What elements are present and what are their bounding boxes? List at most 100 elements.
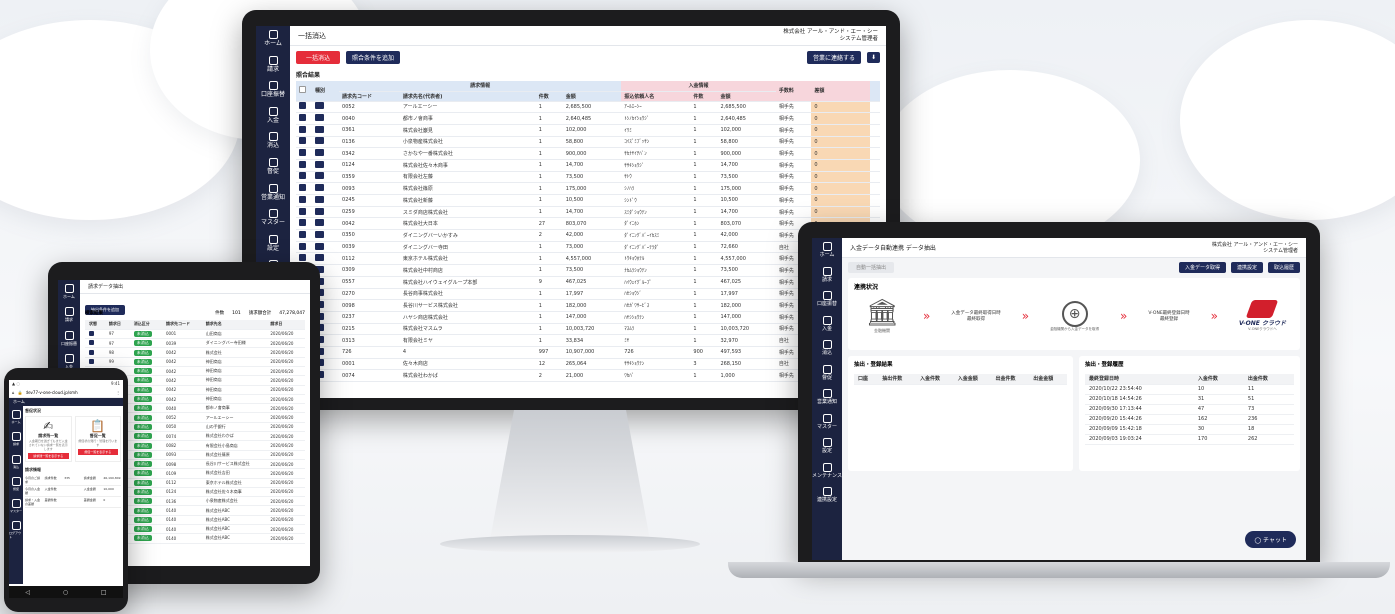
- nav-home[interactable]: ホーム: [13, 399, 25, 404]
- type-toggle[interactable]: [315, 114, 324, 122]
- table-row[interactable]: 99 未消込 0042 神田商店 2020/06/20: [85, 357, 305, 368]
- row-checkbox[interactable]: [299, 195, 306, 203]
- type-toggle[interactable]: [315, 254, 324, 262]
- row-checkbox[interactable]: [299, 230, 306, 238]
- bulk-button[interactable]: 一括消込: [296, 51, 341, 64]
- sidebar-item-9[interactable]: メンテナンス: [812, 459, 842, 484]
- row-checkbox[interactable]: [89, 330, 94, 336]
- sidebar-item-1[interactable]: 請求: [58, 303, 80, 326]
- sidebar-item-0[interactable]: ホーム: [812, 238, 842, 263]
- table-row[interactable]: 0039 ダイニングバー寺田 1 73,000 ﾀﾞｲﾆﾝｸﾞﾊﾞｰﾃﾗﾀﾞ 1 72,66…: [296, 241, 880, 254]
- notify-sales-button[interactable]: 営業に連絡する: [806, 51, 861, 64]
- row-checkbox[interactable]: [299, 137, 306, 145]
- type-toggle[interactable]: [315, 195, 324, 203]
- sidebar-item-3[interactable]: 督促: [9, 473, 23, 495]
- sidebar-item-1[interactable]: 請求: [812, 263, 842, 288]
- row-checkbox[interactable]: [89, 358, 94, 364]
- recent-icon[interactable]: □: [101, 589, 107, 596]
- table-row[interactable]: 0259 スミダ商店株式会社 1 14,700 ｽﾐﾀﾞｼｮｳﾃﾝ 1 14,700 相手先 0: [296, 206, 880, 219]
- row-checkbox[interactable]: [299, 102, 306, 110]
- table-row[interactable]: 0001佐々木商店12265,064ｻｻｷｼｮｳﾃﾝ3268,150自社-301…: [296, 358, 880, 371]
- row-checkbox[interactable]: [89, 349, 94, 355]
- home-icon[interactable]: ⌂: [12, 390, 15, 395]
- table-row[interactable]: 726499710,907,000726900497,593相手先10,409,…: [296, 346, 880, 359]
- row-checkbox[interactable]: [299, 254, 306, 262]
- row-checkbox[interactable]: [299, 114, 306, 122]
- table-row[interactable]: 0074株式会社わかば221,000ﾜｶﾊﾞ11,000相手先20,000: [296, 369, 880, 382]
- import-history-button[interactable]: 取込履歴: [1267, 262, 1300, 273]
- home-icon[interactable]: ○: [63, 589, 68, 596]
- sidebar-item-0[interactable]: ホーム: [256, 26, 290, 52]
- sidebar-item-8[interactable]: 設定: [812, 434, 842, 459]
- type-toggle[interactable]: [315, 230, 324, 238]
- table-row[interactable]: 0361 株式会社巖見 1 102,000 ｲﾜﾐ 1 102,000 相手先 0: [296, 124, 880, 137]
- type-toggle[interactable]: [315, 102, 324, 110]
- sidebar-item-2[interactable]: 口座振替: [256, 77, 290, 103]
- table-row[interactable]: 0124 株式会社佐々木商事 1 14,700 ｻｻｷｼｮｳｼﾞ 1 14,700 相手先 0: [296, 159, 880, 172]
- row-checkbox[interactable]: [299, 207, 306, 215]
- row-checkbox[interactable]: [89, 340, 94, 346]
- type-toggle[interactable]: [315, 172, 324, 180]
- table-row[interactable]: 0052 アールエーシー 1 2,685,500 ｱｰﾙｴｰｼｰ 1 2,685,500 相手…: [296, 101, 880, 114]
- sidebar-item-10[interactable]: 連携設定: [812, 483, 842, 508]
- table-row[interactable]: 97 未消込 0001 山田商店 2020/06/20: [85, 329, 305, 340]
- show-dunning-button[interactable]: 督促一覧を表示する: [77, 449, 118, 455]
- download-button[interactable]: ⬇: [866, 52, 880, 63]
- fetch-deposit-button[interactable]: 入金データ取得: [1178, 262, 1226, 273]
- type-toggle[interactable]: [315, 207, 324, 215]
- sidebar-item-6[interactable]: 営業通知: [256, 180, 290, 206]
- sidebar-item-4[interactable]: 消込: [256, 128, 290, 154]
- type-toggle[interactable]: [315, 160, 324, 168]
- table-row[interactable]: 0112 東京ホテル株式会社 1 4,557,000 ﾄｳｷｮｳﾎﾃﾙ 1 4,557,00…: [296, 252, 880, 266]
- type-toggle[interactable]: [315, 149, 324, 157]
- link-settings-button[interactable]: 連携設定: [1230, 262, 1263, 273]
- row-checkbox[interactable]: [299, 172, 306, 180]
- chat-button[interactable]: ◯ チャット: [1245, 531, 1296, 548]
- menu-icon[interactable]: ⋮: [116, 390, 120, 395]
- sidebar-item-7[interactable]: マスター: [812, 410, 842, 435]
- sidebar-item-2[interactable]: 口座振替: [58, 327, 80, 350]
- row-checkbox[interactable]: [299, 219, 306, 227]
- sidebar-item-0[interactable]: ホーム: [58, 280, 80, 303]
- add-condition-button[interactable]: 照合条件を追加: [346, 51, 401, 64]
- table-row[interactable]: 0245 株式会社新藤 1 10,500 ｼﾝﾄﾞｳ 1 10,500 相手先 0: [296, 194, 880, 207]
- type-toggle[interactable]: [315, 242, 324, 250]
- sidebar-item-1[interactable]: 請求: [9, 428, 23, 450]
- table-row[interactable]: 0237 ハヤシ商店株式会社 1 147,000 ﾊﾔｼｼｮｳﾃﾝ 1 147,000 相手先…: [296, 311, 880, 324]
- table-row[interactable]: 0136 小泉物産株式会社 1 58,800 ｺｲｽﾞﾐﾌﾞｯｻﾝ 1 58,800 相手先 0: [296, 136, 880, 149]
- table-row[interactable]: 2020/09/09 15:42:18 30 18: [1085, 424, 1294, 435]
- table-row[interactable]: 0350 ダイニングバーいかすみ 2 42,000 ﾀﾞｲﾆﾝｸﾞﾊﾞｰｲｶｽﾐ 1 42,…: [296, 229, 880, 242]
- back-icon[interactable]: ◁: [25, 589, 30, 596]
- table-row[interactable]: 0098 長谷川サービス株式会社 1 182,000 ﾊｾｶﾞﾜｻｰﾋﾞｽ 1 182,00…: [296, 299, 880, 312]
- table-row[interactable]: 2020/10/22 23:54:40 10 11: [1085, 384, 1294, 395]
- row-checkbox[interactable]: [299, 184, 306, 192]
- table-row[interactable]: 2020/09/03 19:03:24 170 262: [1085, 434, 1294, 445]
- sidebar-item-8[interactable]: 設定: [256, 231, 290, 257]
- row-checkbox[interactable]: [299, 160, 306, 168]
- sidebar-item-3[interactable]: 入金: [256, 103, 290, 129]
- table-row[interactable]: 2020/09/20 15:44:26 162 236: [1085, 414, 1294, 425]
- row-checkbox[interactable]: [299, 125, 306, 133]
- sidebar-item-5[interactable]: 督促: [256, 154, 290, 180]
- row-checkbox[interactable]: [299, 149, 306, 157]
- table-row[interactable]: 98 未消込 0042 株式会社 2020/06/20: [85, 347, 305, 358]
- table-row[interactable]: 0359 有限会社左藤 1 73,500 ｻﾄｳ 1 73,500 相手先 0: [296, 171, 880, 184]
- sidebar-item-4[interactable]: 消込: [812, 336, 842, 361]
- sidebar-item-7[interactable]: マスター: [256, 205, 290, 231]
- sidebar-item-2[interactable]: 口座振替: [812, 287, 842, 312]
- row-checkbox[interactable]: [299, 242, 306, 250]
- show-unpaid-button[interactable]: 請求残一覧を表示する: [28, 453, 69, 459]
- sidebar-item-0[interactable]: ホーム: [9, 406, 23, 428]
- select-all-checkbox[interactable]: [299, 86, 306, 94]
- sidebar-item-1[interactable]: 請求: [256, 52, 290, 78]
- sidebar-item-6[interactable]: 営業通知: [812, 385, 842, 410]
- sidebar-item-5[interactable]: ログアウト: [9, 517, 23, 543]
- auto-extract-chip[interactable]: 自動一括抽出: [848, 262, 895, 273]
- type-toggle[interactable]: [315, 125, 324, 133]
- type-toggle[interactable]: [315, 219, 324, 227]
- table-row[interactable]: 0309株式会社中村商店173,500ﾅｶﾑﾗｼｮｳﾃﾝ173,500相手先0: [296, 264, 880, 277]
- sidebar-item-4[interactable]: マスター: [9, 495, 23, 517]
- type-toggle[interactable]: [315, 184, 324, 192]
- table-row[interactable]: 0270長谷商事株式会社117,997ﾊｾｼｮｳｼﾞ117,997相手先0: [296, 288, 880, 301]
- sidebar-item-2[interactable]: 消込: [9, 451, 23, 473]
